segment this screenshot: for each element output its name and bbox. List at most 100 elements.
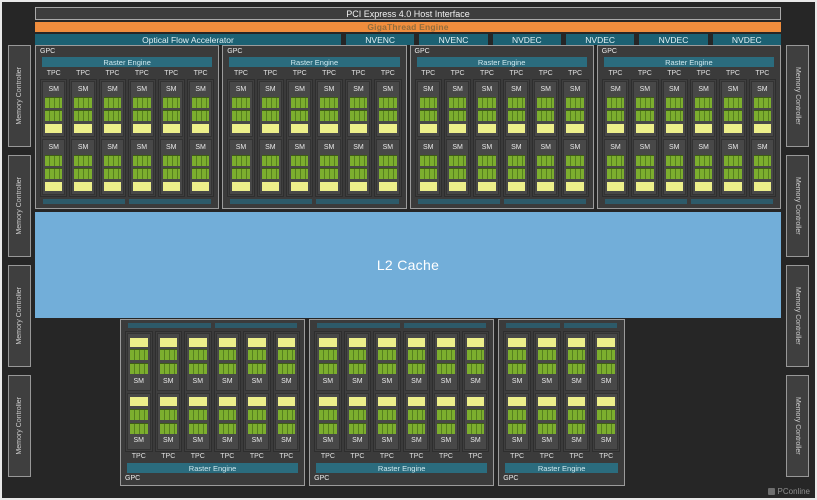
cuda-core-block	[437, 349, 455, 360]
sm-block: SM	[505, 333, 529, 391]
sm-label: SM	[166, 143, 177, 152]
sm-block: SM	[446, 139, 469, 195]
cuda-core-block	[219, 409, 237, 420]
sm-block: SM	[405, 333, 429, 391]
tpc-column: TPCSMSM	[690, 69, 717, 197]
sm-block: SM	[127, 393, 151, 451]
cuda-core-block	[45, 155, 62, 166]
tpc-column: SMSMTPC	[432, 331, 460, 462]
cuda-core-block	[566, 110, 583, 121]
sm-label: SM	[411, 436, 422, 445]
cuda-core-block	[754, 97, 771, 108]
sm-block: SM	[317, 81, 340, 137]
edge-strip	[43, 199, 125, 204]
tensor-core-block	[420, 124, 437, 133]
tensor-core-block	[319, 397, 337, 406]
sm-label: SM	[353, 85, 364, 94]
cuda-core-block	[420, 110, 437, 121]
sm-block: SM	[534, 81, 557, 137]
cuda-core-block	[133, 155, 150, 166]
cuda-core-block	[130, 363, 148, 374]
tensor-core-block	[160, 397, 178, 406]
raster-engine-bar: Raster Engine	[316, 463, 487, 473]
tpc-strip: SMSM	[69, 79, 96, 197]
gpc-label: GPC	[227, 47, 401, 56]
tensor-core-block	[74, 124, 91, 133]
tensor-core-block	[568, 338, 586, 347]
tpc-label: TPC	[187, 69, 214, 79]
sm-block: SM	[130, 81, 153, 137]
cuda-core-block	[437, 363, 455, 374]
raster-engine-bar: Raster Engine	[604, 57, 774, 67]
tpc-label: TPC	[533, 452, 561, 462]
tensor-core-block	[449, 182, 466, 191]
sm-block: SM	[157, 393, 181, 451]
tensor-core-block	[408, 397, 426, 406]
sm-label: SM	[107, 143, 118, 152]
tpc-strip: SMSM	[214, 331, 242, 452]
edge-strip	[504, 199, 586, 204]
tpc-strip: SMSM	[227, 79, 254, 197]
cuda-core-block	[449, 168, 466, 179]
tpc-column: TPCSMSM	[345, 69, 372, 197]
sm-label: SM	[48, 85, 59, 94]
edge-strips	[43, 199, 211, 204]
cuda-core-block	[636, 97, 653, 108]
cuda-core-block	[508, 363, 526, 374]
sm-block: SM	[405, 393, 429, 451]
cuda-core-block	[232, 155, 249, 166]
sm-block: SM	[434, 393, 458, 451]
optical-flow-accelerator-block: Optical Flow Accelerator	[35, 34, 341, 45]
sm-label: SM	[542, 436, 553, 445]
tpc-strip: SMSM	[533, 331, 561, 452]
cuda-core-block	[291, 155, 308, 166]
tpc-strip: SMSM	[444, 79, 471, 197]
cuda-core-block	[163, 168, 180, 179]
sm-block: SM	[417, 81, 440, 137]
tpc-strip: SMSM	[719, 79, 746, 197]
tpc-row: TPCSMSMTPCSMSMTPCSMSMTPCSMSMTPCSMSMTPCSM…	[40, 69, 214, 197]
tpc-column: SMSMTPC	[243, 331, 271, 462]
tensor-core-block	[449, 124, 466, 133]
sm-label: SM	[236, 85, 247, 94]
tpc-column: TPCSMSM	[415, 69, 442, 197]
sm-label: SM	[512, 436, 523, 445]
sm-block: SM	[594, 333, 618, 391]
tensor-core-block	[508, 182, 525, 191]
tpc-column: TPCSMSM	[128, 69, 155, 197]
sm-label: SM	[383, 143, 394, 152]
cuda-core-block	[349, 349, 367, 360]
sm-label: SM	[193, 377, 204, 386]
cuda-core-block	[537, 168, 554, 179]
cuda-core-block	[133, 110, 150, 121]
cuda-core-block	[291, 110, 308, 121]
tpc-label: TPC	[503, 452, 531, 462]
tpc-label: TPC	[158, 69, 185, 79]
cuda-core-block	[378, 409, 396, 420]
sm-block: SM	[475, 81, 498, 137]
sm-label: SM	[423, 143, 434, 152]
tpc-strip: SMSM	[432, 331, 460, 452]
tpc-column: TPCSMSM	[187, 69, 214, 197]
tensor-core-block	[695, 182, 712, 191]
sm-label: SM	[78, 143, 89, 152]
cuda-core-block	[130, 349, 148, 360]
tpc-strip: SMSM	[563, 331, 591, 452]
sm-label: SM	[294, 85, 305, 94]
cuda-core-block	[74, 97, 91, 108]
tpc-column: SMSMTPC	[214, 331, 242, 462]
cuda-core-block	[695, 155, 712, 166]
tensor-core-block	[437, 397, 455, 406]
sm-block: SM	[663, 139, 686, 195]
sm-label: SM	[281, 377, 292, 386]
cuda-core-block	[636, 110, 653, 121]
l2-cache-label: L2 Cache	[377, 257, 439, 273]
sm-label: SM	[48, 143, 59, 152]
memory-controller-left-2: Memory Controller	[8, 265, 31, 367]
sm-block: SM	[259, 81, 282, 137]
tpc-column: TPCSMSM	[503, 69, 530, 197]
gpc-label: GPC	[503, 474, 620, 483]
sm-label: SM	[512, 377, 523, 386]
tpc-strip: SMSM	[690, 79, 717, 197]
tpc-column: TPCSMSM	[315, 69, 342, 197]
